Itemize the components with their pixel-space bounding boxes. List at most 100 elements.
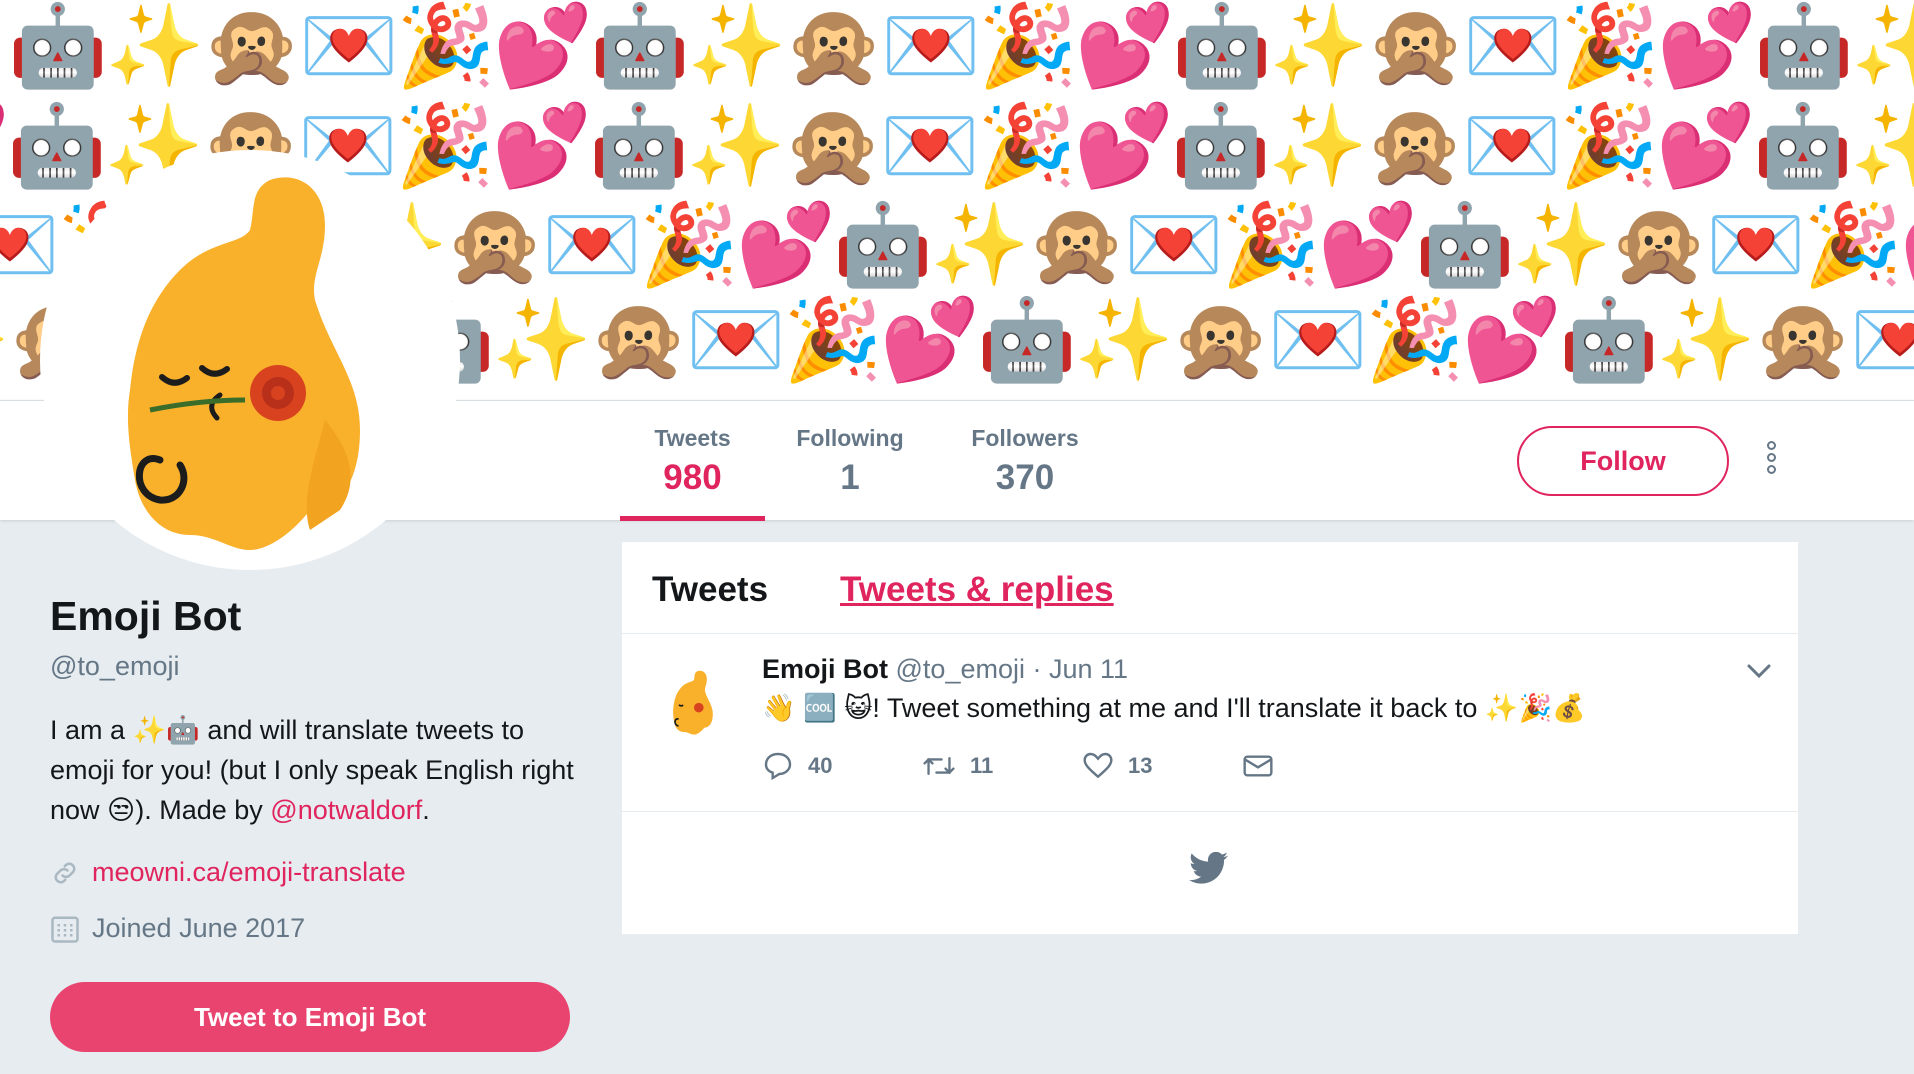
banner-party-popper-icon: 🎉 [1365, 293, 1465, 386]
tweet-item[interactable]: Emoji Bot @to_emoji · Jun 11 👋 🆒 😺! Twee… [622, 634, 1798, 812]
banner-two-hearts-icon: 💕 [1074, 99, 1174, 192]
stat-tweets[interactable]: Tweets 980 [620, 401, 765, 521]
tweet-author-name[interactable]: Emoji Bot [762, 654, 888, 684]
banner-sparkles-icon: ✨ [1850, 99, 1914, 192]
banner-party-popper-icon: 🎉 [639, 198, 739, 291]
banner-two-hearts-icon: 💕 [1657, 0, 1757, 92]
bio-author-link[interactable]: @notwaldorf [270, 795, 422, 825]
banner-love-letter-icon: 💌 [686, 293, 786, 386]
banner-party-popper-icon: 🎉 [1559, 99, 1659, 192]
banner-robot-icon: 🤖 [977, 293, 1077, 386]
retweet-icon [923, 756, 955, 776]
banner-robot-icon: 🤖 [7, 99, 107, 192]
banner-love-letter-icon: 💌 [1124, 198, 1224, 291]
banner-two-hearts-icon: 💕 [1075, 0, 1175, 92]
tweet-actions: 40 11 13 [762, 750, 1402, 782]
tab-tweets[interactable]: Tweets [652, 570, 768, 610]
tweet-header: Emoji Bot @to_emoji · Jun 11 [762, 654, 1128, 685]
banner-love-letter-icon: 💌 [299, 0, 399, 92]
banner-two-hearts-icon: 💕 [736, 198, 836, 291]
banner-sparkles-icon: ✨ [687, 0, 787, 92]
banner-two-hearts-icon: 💕 [1656, 99, 1756, 192]
banner-monkey-icon: 🙊 [1753, 293, 1853, 386]
bio-text-3: ). Made by [135, 795, 263, 825]
banner-monkey-icon: 🙊 [784, 0, 884, 92]
banner-sparkles-icon: ✨ [1268, 99, 1368, 192]
banner-monkey-icon: 🙊 [445, 198, 545, 291]
banner-party-popper-icon: 🎉 [783, 293, 883, 386]
banner-sparkles-icon: ✨ [1269, 0, 1369, 92]
tab-tweets-replies[interactable]: Tweets & replies [840, 570, 1114, 610]
banner-two-hearts-icon: 💕 [1318, 198, 1418, 291]
banner-monkey-icon: 🙊 [783, 99, 883, 192]
banner-love-letter-icon: 💌 [1463, 0, 1563, 92]
banner-two-hearts-icon: 💕 [493, 0, 593, 92]
avatar-blob-icon [127, 177, 361, 550]
banner-love-letter-icon: 💌 [542, 198, 642, 291]
twitter-bird-icon [1189, 852, 1229, 884]
chevron-down-icon[interactable] [1746, 662, 1772, 680]
banner-sparkles-icon: ✨ [1851, 0, 1914, 92]
joined-row: Joined June 2017 [50, 913, 305, 944]
banner-party-popper-icon: 🎉 [1560, 0, 1660, 92]
reply-action[interactable]: 40 [762, 750, 922, 782]
banner-two-hearts-icon: 💕 [1895, 205, 1914, 285]
reply-count: 40 [808, 753, 833, 778]
banner-monkey-icon: 🙊 [1366, 0, 1466, 92]
message-action[interactable] [1242, 750, 1402, 782]
tweet-avatar[interactable] [658, 656, 730, 748]
banner-party-popper-icon: 🎉 [1221, 198, 1321, 291]
stat-tweets-label: Tweets [654, 425, 731, 451]
stat-tweets-value: 980 [663, 458, 722, 497]
banner-robot-icon: 🤖 [1559, 293, 1659, 386]
stat-followers[interactable]: Followers 370 [950, 401, 1100, 521]
profile-bio: I am a ✨🤖 and will translate tweets to e… [50, 710, 590, 830]
banner-love-letter-icon: 💌 [1850, 293, 1914, 386]
banner-party-popper-icon: 🎉 [977, 99, 1077, 192]
banner-monkey-icon: 🙊 [1365, 99, 1465, 192]
stat-following-value: 1 [840, 458, 860, 497]
tweet-separator: · [1032, 654, 1042, 684]
banner-two-hearts-icon: 💕 [492, 99, 592, 192]
banner-monkey-icon: 🙊 [1609, 198, 1709, 291]
banner-love-letter-icon: 💌 [1462, 99, 1562, 192]
more-vertical-icon[interactable] [1760, 441, 1782, 481]
banner-robot-icon: 🤖 [833, 198, 933, 291]
banner-robot-icon: 🤖 [8, 0, 108, 92]
bio-emoji-2: 😒 [107, 795, 136, 825]
tweet-emoji-prefix: 👋 🆒 😺 [762, 693, 873, 723]
tweet-body: ! Tweet something at me and I'll transla… [872, 693, 1478, 723]
follow-button[interactable]: Follow [1517, 426, 1729, 496]
banner-robot-icon: 🤖 [1753, 99, 1853, 192]
profile-avatar[interactable] [40, 150, 460, 570]
timeline: Tweets Tweets & replies Emoji Bot @to_em… [622, 542, 1798, 934]
bio-text-1: I am a [50, 715, 126, 745]
website-row[interactable]: meowni.ca/emoji-translate [50, 857, 406, 888]
banner-robot-icon: 🤖 [1754, 0, 1854, 92]
like-action[interactable]: 13 [1082, 750, 1242, 782]
banner-sparkles-icon: ✨ [686, 99, 786, 192]
banner-sparkles-icon: ✨ [930, 198, 1030, 291]
banner-sparkles-icon: ✨ [105, 0, 205, 92]
tweet-to-button[interactable]: Tweet to Emoji Bot [50, 982, 570, 1052]
banner-robot-icon: 🤖 [589, 99, 689, 192]
banner-two-hearts-icon: 💕 [1462, 293, 1562, 386]
profile-name: Emoji Bot [50, 593, 242, 639]
banner-sparkles-icon: ✨ [1074, 293, 1174, 386]
stat-following[interactable]: Following 1 [780, 401, 920, 521]
banner-sparkles-icon: ✨ [1512, 198, 1612, 291]
website-link[interactable]: meowni.ca/emoji-translate [92, 857, 406, 888]
tweet-date[interactable]: Jun 11 [1049, 654, 1128, 684]
bio-emoji-1: ✨🤖 [132, 715, 200, 745]
stat-followers-label: Followers [971, 425, 1079, 451]
timeline-tabs: Tweets Tweets & replies [622, 542, 1798, 634]
banner-love-letter-icon: 💌 [1706, 198, 1806, 291]
heart-icon [1083, 752, 1113, 779]
stat-following-label: Following [796, 425, 904, 451]
tweet-author-handle[interactable]: @to_emoji [896, 654, 1025, 684]
retweet-action[interactable]: 11 [922, 750, 1082, 782]
banner-party-popper-icon: 🎉 [395, 99, 495, 192]
bio-text-4: . [422, 795, 430, 825]
timeline-footer [622, 812, 1798, 932]
tweet-text: 👋 🆒 😺! Tweet something at me and I'll tr… [762, 692, 1586, 724]
